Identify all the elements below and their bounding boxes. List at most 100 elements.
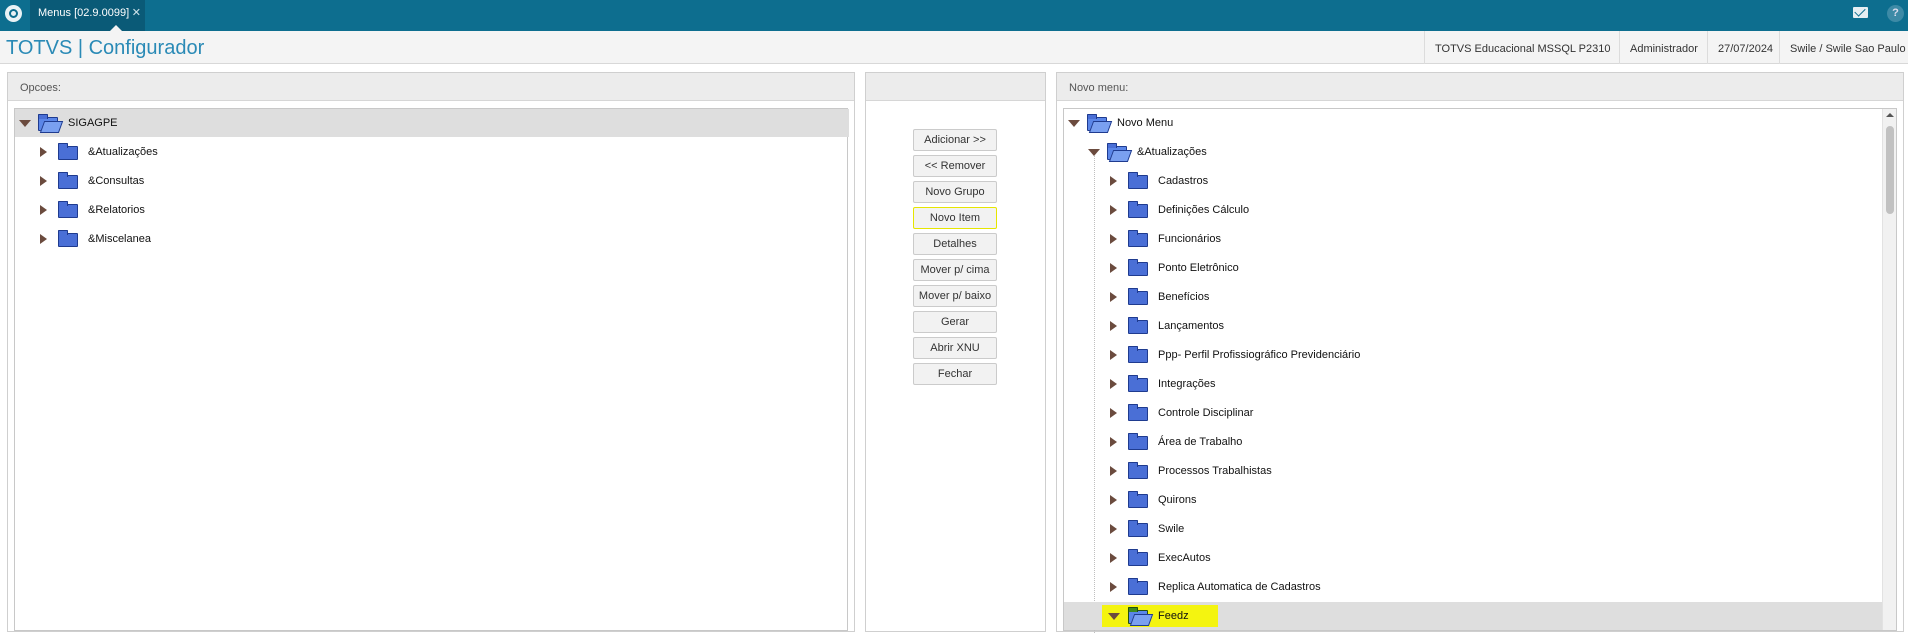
expand-arrow-icon[interactable]	[1110, 350, 1117, 360]
tree-node-label: Lançamentos	[1158, 320, 1225, 332]
generate-button[interactable]: Gerar	[913, 311, 997, 333]
expand-arrow-icon[interactable]	[1110, 321, 1117, 331]
vertical-scrollbar[interactable]	[1882, 109, 1896, 630]
new-group-button[interactable]: Novo Grupo	[913, 181, 997, 203]
tree-node[interactable]: Processos Trabalhistas	[1064, 457, 1884, 485]
move-up-button[interactable]: Mover p/ cima	[913, 259, 997, 281]
folder-icon	[1128, 578, 1148, 595]
tree-node[interactable]: Funcionários	[1064, 225, 1884, 253]
move-down-button[interactable]: Mover p/ baixo	[913, 285, 997, 307]
tree-node-label: &Consultas	[88, 175, 145, 187]
tree-node[interactable]: Cadastros	[1064, 167, 1884, 195]
open-xnu-button[interactable]: Abrir XNU	[913, 337, 997, 359]
details-button[interactable]: Detalhes	[913, 233, 997, 255]
scrollbar-thumb[interactable]	[1886, 126, 1894, 214]
expand-arrow-icon[interactable]	[1110, 205, 1117, 215]
page-title: TOTVS | Configurador	[6, 37, 205, 59]
tree-node-label: Swile	[1158, 523, 1185, 535]
tree-node[interactable]: Definições Cálculo	[1064, 196, 1884, 224]
tree-node[interactable]: Benefícios	[1064, 283, 1884, 311]
tree-node[interactable]: &Miscelanea	[15, 225, 849, 253]
expand-arrow-icon[interactable]	[1110, 408, 1117, 418]
tree-node[interactable]: Quirons	[1064, 486, 1884, 514]
folder-icon	[58, 230, 78, 247]
expand-arrow-icon[interactable]	[40, 234, 47, 244]
tree-node[interactable]: Integrações	[1064, 370, 1884, 398]
folder-icon	[1128, 288, 1148, 305]
actions-panel-header	[866, 73, 1045, 101]
user-info: Administrador	[1619, 31, 1698, 64]
totvs-logo-icon[interactable]	[5, 5, 22, 22]
collapse-arrow-icon[interactable]	[1068, 120, 1080, 127]
tree-node-root[interactable]: Novo Menu	[1064, 109, 1884, 137]
expand-arrow-icon[interactable]	[1110, 379, 1117, 389]
tab-menus[interactable]: Menus [02.9.0099] ✕	[30, 0, 145, 31]
new-menu-tree[interactable]: Novo Menu &Atualizações Cadastros Defini…	[1063, 108, 1897, 633]
expand-arrow-icon[interactable]	[1110, 263, 1117, 273]
folder-icon	[1128, 375, 1148, 392]
collapse-arrow-icon[interactable]	[19, 120, 31, 127]
folder-open-icon	[1107, 143, 1127, 160]
expand-arrow-icon[interactable]	[1110, 553, 1117, 563]
tree-node[interactable]: Ppp- Perfil Profissiográfico Previdenciá…	[1064, 341, 1884, 369]
tree-node[interactable]: Lançamentos	[1064, 312, 1884, 340]
tree-node[interactable]: &Relatorios	[15, 196, 849, 224]
expand-arrow-icon[interactable]	[1110, 234, 1117, 244]
expand-arrow-icon[interactable]	[1110, 495, 1117, 505]
close-tab-icon[interactable]: ✕	[132, 6, 141, 19]
options-tree[interactable]: SIGAGPE &Atualizações &Consultas &Relato…	[14, 108, 849, 631]
tree-node-label: Controle Disciplinar	[1158, 407, 1254, 419]
folder-icon	[58, 201, 78, 218]
tree-node-label: Feedz	[1158, 610, 1189, 622]
expand-arrow-icon[interactable]	[1110, 582, 1117, 592]
tree-node-label: &Atualizações	[1137, 146, 1207, 158]
folder-icon	[1128, 201, 1148, 218]
expand-arrow-icon[interactable]	[1110, 292, 1117, 302]
tree-node[interactable]: Swile	[1064, 515, 1884, 543]
close-button[interactable]: Fechar	[913, 363, 997, 385]
tree-node-root[interactable]: SIGAGPE	[15, 109, 849, 137]
tree-node-label: Novo Menu	[1117, 117, 1174, 129]
folder-icon	[1128, 520, 1148, 537]
tree-node-label: &Relatorios	[88, 204, 145, 216]
tree-node[interactable]: Ponto Eletrônico	[1064, 254, 1884, 282]
folder-icon	[1128, 462, 1148, 479]
remove-button[interactable]: << Remover	[913, 155, 997, 177]
folder-icon	[1128, 317, 1148, 334]
expand-arrow-icon[interactable]	[1110, 524, 1117, 534]
folder-icon	[1128, 549, 1148, 566]
collapse-arrow-icon[interactable]	[1108, 613, 1120, 620]
tab-label: Menus [02.9.0099]	[38, 7, 130, 19]
mail-icon[interactable]	[1853, 7, 1868, 18]
folder-icon	[1128, 433, 1148, 450]
actions-panel: Adicionar >> << Remover Novo Grupo Novo …	[865, 72, 1046, 632]
add-button[interactable]: Adicionar >>	[913, 129, 997, 151]
help-icon[interactable]: ?	[1887, 5, 1904, 22]
tree-node-selected[interactable]: Feedz	[1064, 602, 1884, 630]
expand-arrow-icon[interactable]	[1110, 466, 1117, 476]
expand-arrow-icon[interactable]	[40, 176, 47, 186]
expand-arrow-icon[interactable]	[40, 205, 47, 215]
tree-node[interactable]: &Atualizações	[15, 138, 849, 166]
tree-node-group[interactable]: &Atualizações	[1064, 138, 1884, 166]
tree-node[interactable]: &Consultas	[15, 167, 849, 195]
date-info: 27/07/2024	[1707, 31, 1773, 64]
tree-node[interactable]: Replica Automatica de Cadastros	[1064, 573, 1884, 601]
tree-node[interactable]: Controle Disciplinar	[1064, 399, 1884, 427]
options-panel: Opcoes: SIGAGPE &Atualizações &Consultas…	[7, 72, 855, 632]
tree-node-label: Área de Trabalho	[1158, 436, 1243, 448]
tree-node[interactable]: ExecAutos	[1064, 544, 1884, 572]
folder-icon	[1128, 404, 1148, 421]
tree-node-label: ExecAutos	[1158, 552, 1211, 564]
tree-node[interactable]: Área de Trabalho	[1064, 428, 1884, 456]
expand-arrow-icon[interactable]	[1110, 437, 1117, 447]
expand-arrow-icon[interactable]	[40, 147, 47, 157]
expand-arrow-icon[interactable]	[1110, 176, 1117, 186]
tree-node-label: Ppp- Perfil Profissiográfico Previdenciá…	[1158, 349, 1361, 361]
collapse-arrow-icon[interactable]	[1088, 149, 1100, 156]
folder-icon	[1128, 259, 1148, 276]
tree-node-label: Replica Automatica de Cadastros	[1158, 581, 1321, 593]
new-item-button[interactable]: Novo Item	[913, 207, 997, 229]
scroll-up-icon[interactable]	[1886, 113, 1894, 117]
tree-node-label: Quirons	[1158, 494, 1197, 506]
